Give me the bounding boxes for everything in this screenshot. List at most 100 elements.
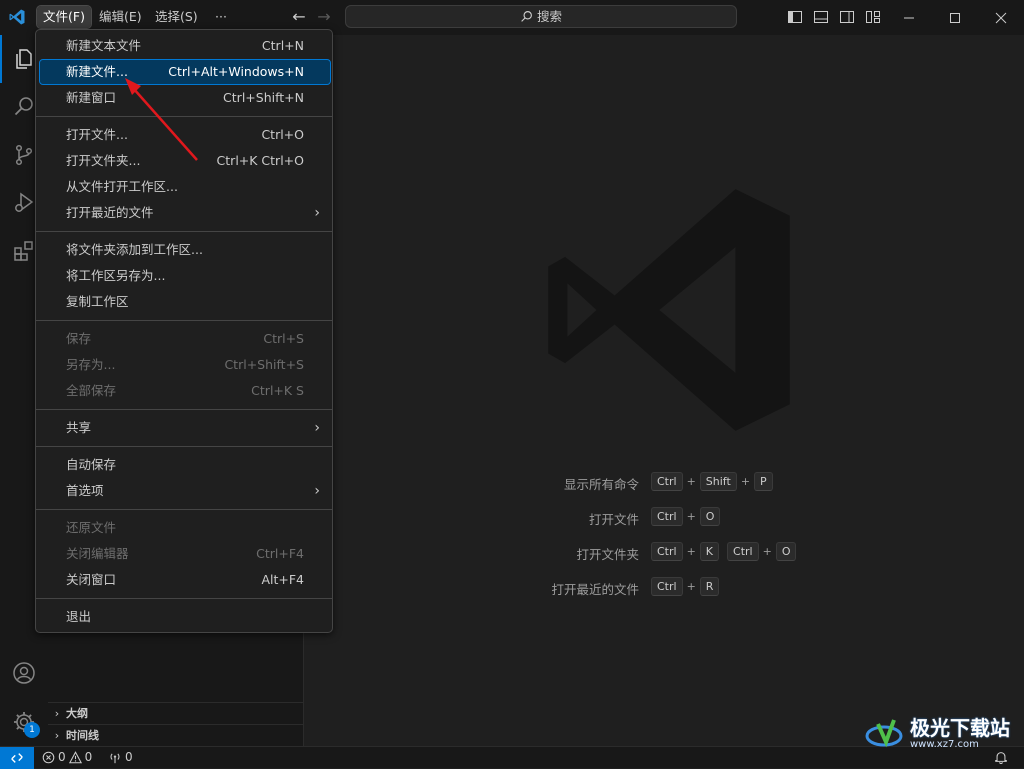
menu-item-label: 新建窗口 [66, 90, 117, 105]
minimize-icon [904, 17, 914, 18]
menu-item-save[interactable]: 保存 Ctrl+S [40, 327, 330, 351]
menu-item-close-editor[interactable]: 关闭编辑器 Ctrl+F4 [40, 542, 330, 566]
key: K [699, 542, 720, 561]
key: Ctrl [651, 472, 683, 491]
remote-indicator-button[interactable] [0, 747, 34, 769]
timeline-section-header[interactable]: › 时间线 [48, 724, 303, 747]
menu-item-add-folder-to-workspace[interactable]: 将文件夹添加到工作区... [40, 238, 330, 262]
minimize-button[interactable] [886, 0, 932, 35]
menu-item-label: 保存 [66, 331, 92, 346]
menu-item-label: 打开最近的文件 [66, 205, 154, 220]
accounts-button[interactable] [0, 649, 48, 697]
problems-indicator[interactable]: 0 0 [42, 750, 92, 764]
menu-item-label: 关闭窗口 [66, 572, 117, 587]
menu-item-label: 打开文件夹... [66, 153, 141, 168]
toggle-secondary-sidebar-icon[interactable] [839, 9, 855, 25]
vscode-logo-icon [9, 9, 25, 25]
key: R [699, 577, 720, 596]
menu-item-label: 打开文件... [66, 127, 128, 142]
toggle-panel-icon[interactable] [813, 9, 829, 25]
remote-icon [11, 753, 23, 763]
menu-item-new-text-file[interactable]: 新建文本文件 Ctrl+N [40, 34, 330, 58]
menu-item-new-file[interactable]: 新建文件... Ctrl+Alt+Windows+N [39, 59, 331, 85]
menu-more[interactable]: ··· [209, 6, 233, 28]
bell-icon [995, 752, 1007, 765]
shortcut-label: 打开文件 [588, 512, 639, 527]
editor-area: 显示所有命令 Ctrl + Shift + P 打开文件 Ctrl + O 打开文件夹… [304, 35, 1024, 746]
menu-separator [36, 116, 332, 117]
chevron-right-icon: › [314, 483, 320, 499]
menu-item-exit[interactable]: 退出 [40, 605, 330, 629]
maximize-button[interactable] [932, 0, 978, 35]
shortcut-label: 打开最近的文件 [551, 582, 639, 597]
menu-item-share[interactable]: 共享 › [40, 416, 330, 440]
warning-icon [68, 750, 82, 763]
menu-item-save-as[interactable]: 另存为... Ctrl+Shift+S [40, 353, 330, 377]
menu-item-open-file[interactable]: 打开文件... Ctrl+O [40, 123, 330, 147]
toggle-primary-sidebar-icon[interactable] [787, 9, 803, 25]
menu-selection[interactable]: 选择(S) [149, 6, 204, 28]
menu-item-label: 共享 [66, 420, 92, 435]
menu-item-label: 首选项 [66, 483, 104, 498]
shortcut-open-file: 打开文件 Ctrl + O [304, 507, 1024, 529]
notification-badge: 1 [24, 722, 40, 738]
command-center-search[interactable]: 搜索 [345, 5, 737, 28]
menu-item-label: 全部保存 [66, 383, 117, 398]
ports-count: 0 [125, 750, 133, 764]
menu-item-open-folder[interactable]: 打开文件夹... Ctrl+K Ctrl+O [40, 149, 330, 173]
key: Ctrl [651, 577, 683, 596]
key: Ctrl [651, 542, 683, 561]
menu-item-shortcut: Ctrl+N [261, 38, 304, 53]
menu-edit[interactable]: 编辑(E) [93, 6, 148, 28]
menu-item-shortcut: Ctrl+F4 [256, 546, 304, 561]
account-icon [13, 662, 35, 684]
shortcut-open-recent: 打开最近的文件 Ctrl + R [304, 577, 1024, 599]
key: O [699, 507, 721, 526]
menu-item-shortcut: Ctrl+O [261, 127, 304, 142]
menu-item-open-recent[interactable]: 打开最近的文件 › [40, 201, 330, 225]
outline-section-header[interactable]: › 大纲 [48, 702, 303, 725]
close-button[interactable] [978, 0, 1024, 35]
menu-item-preferences[interactable]: 首选项 › [40, 479, 330, 503]
back-arrow-icon[interactable]: ← [289, 7, 309, 27]
menu-item-open-workspace-from-file[interactable]: 从文件打开工作区... [40, 175, 330, 199]
menu-item-auto-save[interactable]: 自动保存 [40, 453, 330, 477]
menu-item-new-window[interactable]: 新建窗口 Ctrl+Shift+N [40, 86, 330, 110]
menu-item-save-all[interactable]: 全部保存 Ctrl+K S [40, 379, 330, 403]
ports-indicator[interactable]: 0 [108, 750, 133, 764]
menu-file[interactable]: 文件(F) [36, 5, 92, 29]
site-name: 极光下载站 [910, 715, 1010, 740]
shortcut-keys: Ctrl + R [651, 577, 720, 596]
menu-item-shortcut: Ctrl+K S [251, 383, 304, 398]
menu-item-save-workspace-as[interactable]: 将工作区另存为... [40, 264, 330, 288]
broadcast-icon [110, 752, 120, 763]
menu-separator [36, 320, 332, 321]
timeline-label: 时间线 [66, 729, 99, 742]
forward-arrow-icon[interactable]: → [314, 7, 334, 27]
shortcut-keys: Ctrl + K Ctrl + O [651, 542, 797, 561]
menu-item-close-window[interactable]: 关闭窗口 Alt+F4 [40, 568, 330, 592]
chevron-right-icon: › [314, 420, 320, 436]
menu-item-label: 将工作区另存为... [66, 268, 166, 283]
menu-item-duplicate-workspace[interactable]: 复制工作区 [40, 290, 330, 314]
manage-button[interactable]: 1 [0, 698, 48, 746]
customize-layout-icon[interactable] [865, 9, 881, 25]
menu-item-label: 新建文件... [66, 64, 128, 79]
menu-separator [36, 409, 332, 410]
menu-item-revert-file[interactable]: 还原文件 [40, 516, 330, 540]
shortcut-show-all-commands: 显示所有命令 Ctrl + Shift + P [304, 472, 1024, 494]
key: Shift [699, 472, 737, 491]
menu-item-shortcut: Ctrl+Alt+Windows+N [168, 64, 304, 79]
menu-item-label: 还原文件 [66, 520, 117, 535]
menu-item-shortcut: Alt+F4 [261, 572, 304, 587]
menu-item-label: 复制工作区 [66, 294, 129, 309]
active-indicator [0, 35, 2, 83]
key: Ctrl [727, 542, 759, 561]
menu-item-shortcut: Ctrl+S [263, 331, 304, 346]
maximize-icon [950, 12, 960, 23]
close-icon [995, 12, 1007, 23]
notifications-button[interactable] [994, 750, 1008, 767]
file-menu-dropdown: 新建文本文件 Ctrl+N 新建文件... Ctrl+Alt+Windows+N 新… [35, 29, 333, 633]
menu-item-label: 自动保存 [66, 457, 117, 472]
search-icon [14, 97, 33, 116]
